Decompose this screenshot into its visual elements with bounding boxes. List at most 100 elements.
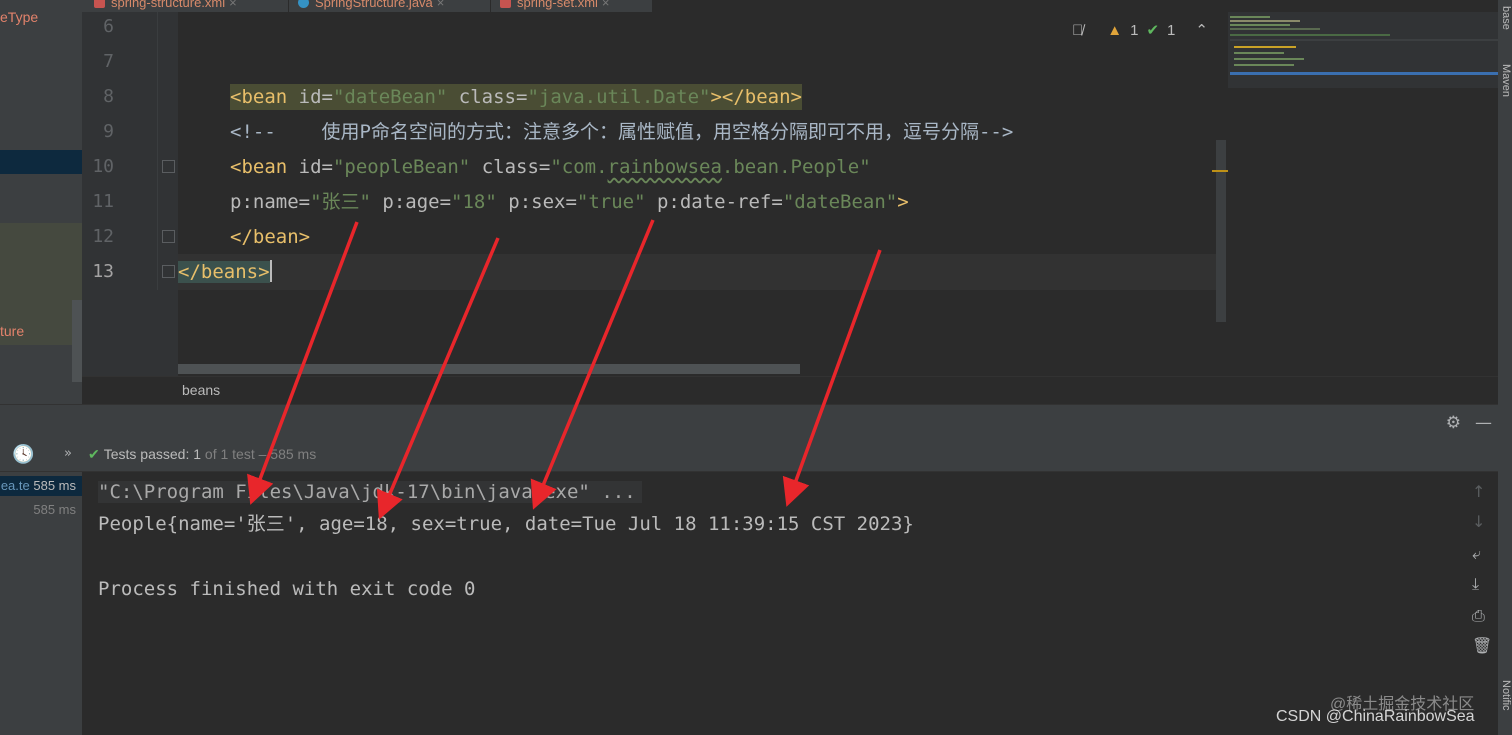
- code-line-13[interactable]: </beans>: [178, 259, 272, 285]
- project-item-selected[interactable]: [0, 150, 82, 174]
- code-line-9-comment[interactable]: <!-- 使用P命名空间的方式：注意多个：属性赋值，用空格分隔即可不用，逗号分隔…: [230, 119, 1013, 145]
- project-scrollbar[interactable]: [72, 300, 82, 382]
- fold-marker-icon[interactable]: [162, 230, 175, 243]
- xml-attr: class=: [447, 86, 528, 108]
- soft-wrap-icon[interactable]: ⤶: [1472, 544, 1481, 564]
- maven-tool-tab[interactable]: Maven: [1500, 64, 1512, 97]
- minimap-line: [1230, 20, 1300, 22]
- scrollbar-warning-marker[interactable]: [1212, 170, 1228, 172]
- arrow-down-icon[interactable]: ↓: [1472, 512, 1485, 531]
- ok-count: 1: [1167, 21, 1176, 39]
- code-minimap[interactable]: [1228, 12, 1500, 88]
- warning-icon[interactable]: ▲: [1107, 22, 1122, 39]
- xml-tag: ></bean>: [710, 86, 802, 108]
- text-caret: [269, 260, 272, 282]
- notifications-tool-tab[interactable]: Notific: [1500, 680, 1512, 711]
- line-number: 11: [92, 191, 114, 212]
- xml-value: .bean.People": [721, 156, 871, 178]
- line-number: 9: [103, 121, 114, 142]
- editor-vertical-scrollbar[interactable]: [1216, 140, 1226, 322]
- project-item[interactable]: ture: [0, 323, 24, 339]
- print-icon[interactable]: ⎙: [1472, 606, 1485, 626]
- minimap-line: [1230, 16, 1270, 18]
- close-icon[interactable]: ×: [437, 0, 445, 10]
- xml-value: "true": [576, 191, 646, 213]
- tab-label: spring-structure.xml: [111, 0, 226, 10]
- warning-count: 1: [1130, 21, 1139, 39]
- xml-value: "java.util.Date": [527, 86, 711, 108]
- minimap-line: [1234, 58, 1304, 60]
- fold-marker-icon[interactable]: [162, 265, 175, 278]
- breadcrumb: beans: [82, 376, 1498, 404]
- minimap-line: [1234, 46, 1296, 48]
- code-line-11[interactable]: p:name="张三" p:age="18" p:sex="true" p:da…: [230, 189, 909, 215]
- project-item[interactable]: eType: [0, 9, 38, 25]
- minimap-line: [1234, 52, 1284, 54]
- minimap-viewport: [1230, 72, 1498, 75]
- check-icon[interactable]: ✔: [1146, 21, 1159, 39]
- xml-value: "dateBean": [332, 86, 448, 108]
- tab-divider: [288, 0, 289, 12]
- close-icon[interactable]: ×: [602, 0, 610, 10]
- test-time: 585 ms: [33, 478, 76, 493]
- project-panel: eType ture: [0, 0, 82, 404]
- code-line-8[interactable]: <bean id="dateBean" class="java.util.Dat…: [230, 84, 802, 110]
- code-line-10[interactable]: <bean id="peopleBean" class="com.rainbow…: [230, 154, 871, 180]
- database-tool-tab[interactable]: base: [1500, 6, 1512, 30]
- minimize-icon[interactable]: —: [1475, 413, 1492, 433]
- tests-summary: of 1 test – 585 ms: [204, 446, 317, 462]
- breadcrumb-item[interactable]: beans: [182, 382, 220, 398]
- xml-tag-matched: </beans>: [178, 261, 270, 283]
- chevron-right-icon[interactable]: »: [64, 446, 72, 461]
- tab-divider: [490, 0, 491, 12]
- line-number: 7: [103, 51, 114, 72]
- watermark-csdn: CSDN @ChinaRainbowSea: [1276, 708, 1475, 725]
- line-number-current: 13: [92, 261, 114, 282]
- current-line-highlight: [178, 254, 1218, 290]
- gutter-divider: [157, 12, 158, 290]
- test-status-bar: 🕓 » ✔ Tests passed: 1 of 1 test – 585 ms: [0, 438, 1498, 472]
- code-line-12[interactable]: </bean>: [230, 224, 310, 250]
- right-tool-strip: [1498, 0, 1512, 735]
- xml-tag: >: [897, 191, 909, 213]
- xml-attr: p:name=: [230, 191, 311, 213]
- console-output[interactable]: "C:\Program Files\Java\jdk-17\bin\java.e…: [82, 472, 1466, 735]
- xml-value: "com.: [550, 156, 608, 178]
- tab-spring-set-xml[interactable]: spring-set.xml ×: [500, 0, 610, 11]
- scroll-to-end-icon[interactable]: ⤓: [1472, 574, 1479, 594]
- test-tree-item[interactable]: ea.te 585 ms: [0, 476, 82, 496]
- java-class-icon: [298, 0, 309, 8]
- tab-spring-structure-xml[interactable]: spring-structure.xml ×: [94, 0, 237, 11]
- check-icon: ✔: [88, 446, 100, 462]
- editor-tab-strip: spring-structure.xml × SpringStructure.ja…: [82, 0, 652, 12]
- tests-count: 1: [193, 446, 202, 462]
- minimap-line: [1230, 34, 1390, 36]
- tab-label: spring-set.xml: [517, 0, 598, 10]
- inspection-toolbar: 👁̸ ▲ 1 ✔ 1 ⌃ ⌄: [1072, 18, 1241, 42]
- chevron-up-icon[interactable]: ⌃: [1195, 21, 1208, 39]
- arrow-up-icon[interactable]: ↑: [1472, 482, 1485, 501]
- editor-horizontal-scrollbar[interactable]: [178, 364, 800, 374]
- xml-attr: p:age=: [370, 191, 452, 213]
- test-tree: ea.te 585 ms 585 ms: [0, 472, 82, 735]
- console-line: "C:\Program Files\Java\jdk-17\bin\java.e…: [98, 479, 642, 505]
- xml-value-typo: rainbowsea: [607, 156, 722, 178]
- test-tree-item[interactable]: 585 ms: [0, 500, 82, 520]
- xml-tag: <bean: [230, 156, 299, 178]
- line-number: 10: [92, 156, 114, 177]
- trash-icon[interactable]: 🗑: [1472, 636, 1492, 655]
- gear-icon[interactable]: ⚙: [1446, 413, 1461, 433]
- code-editor[interactable]: <bean id="dateBean" class="java.util.Dat…: [178, 12, 1228, 376]
- close-icon[interactable]: ×: [229, 0, 237, 10]
- xml-attr: class=: [470, 156, 551, 178]
- line-number: 12: [92, 226, 114, 247]
- history-clock-icon[interactable]: 🕓: [12, 444, 34, 465]
- run-panel-header: ⚙ —: [0, 404, 1498, 438]
- reader-mode-icon[interactable]: 👁̸: [1072, 22, 1083, 39]
- test-time: 585 ms: [33, 502, 76, 517]
- line-number-gutter: 6 7 8 9 10 11 12 13: [82, 12, 178, 376]
- xml-attr: id=: [298, 156, 333, 178]
- tab-spring-structure-java[interactable]: SpringStructure.java ×: [298, 0, 444, 11]
- xml-value: "张三": [310, 191, 371, 213]
- fold-marker-icon[interactable]: [162, 160, 175, 173]
